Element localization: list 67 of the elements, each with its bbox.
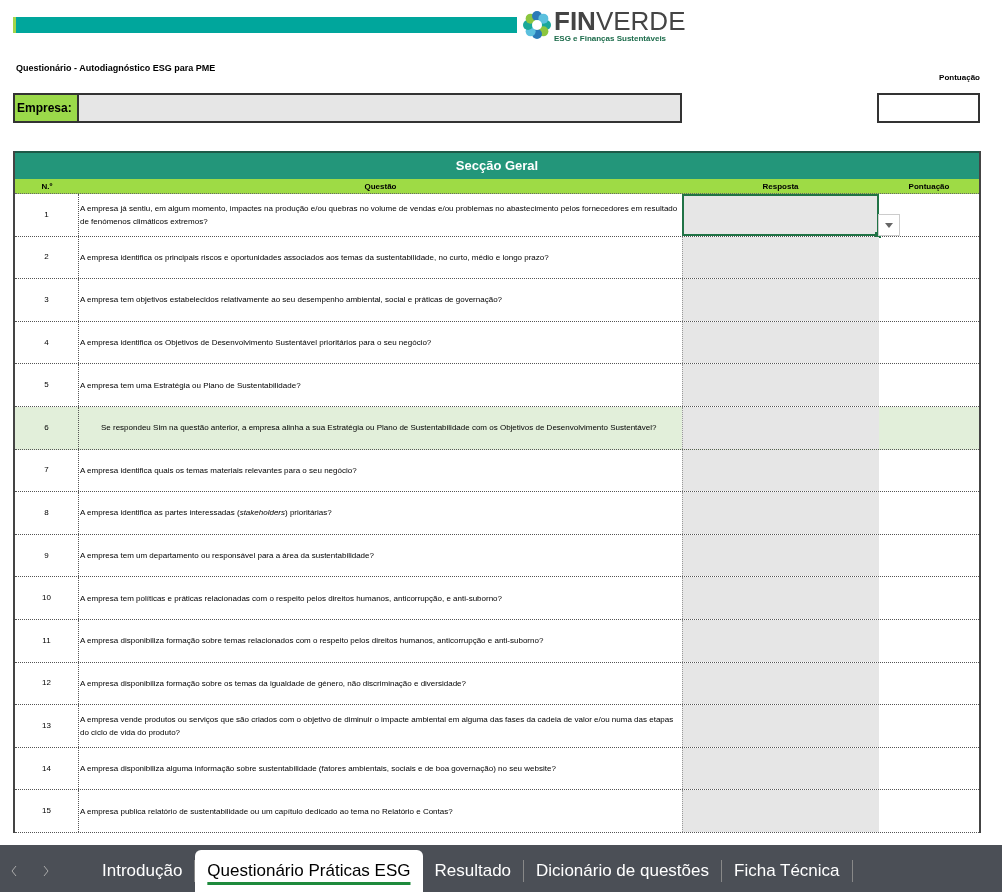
question-number: 5 [15,364,79,406]
question-number: 12 [15,662,79,705]
question-number: 8 [15,492,79,534]
answer-cell[interactable] [682,364,879,406]
sheet-tab[interactable]: Introdução [90,850,195,892]
answer-cell[interactable] [682,534,879,577]
question-number: 4 [15,321,79,364]
answer-cell[interactable] [682,705,879,747]
column-header: N.º [40,181,54,193]
question-text: A empresa vende produtos ou serviços que são criados com o objetivo de diminuir o impacte ambiental em alguma das fases da cadeia de valor e/ou numa das etapas do ciclo de vida do produto? [79,713,675,739]
question-number: 10 [15,577,79,619]
column-header: Resposta [761,181,800,193]
dropdown-caret-icon [885,222,893,228]
question-number: 1 [15,194,79,236]
question-text: A empresa tem objetivos estabelecidos relativamente ao seu desempenho ambiental, social e práticas de governação? [79,294,504,307]
brand-name: FINVERDE [554,7,686,34]
column-header: Pontuação [907,181,951,193]
answer-cell[interactable] [682,321,879,364]
question-number: 9 [15,534,79,577]
score-field[interactable] [877,93,980,123]
question-text: A empresa identifica os principais riscos e oportunidades associados aos temas da sustentabilidade, no curto, médio e longo prazo? [79,251,550,264]
scroll-right-icon[interactable] [42,865,50,877]
sheet-tab[interactable]: Questionário Práticas ESG [195,850,423,892]
section-header: Secção Geral [15,151,979,179]
question-text: A empresa disponibiliza alguma informação sobre sustentabilidade (fatores ambientais, sociais e de boa governação) no seu website? [79,763,557,775]
question-text: A empresa disponibiliza formação sobre temas relacionados com o respeito pelos direitos humanos, anticorrupção e anti-suborno? [79,635,545,648]
question-text: A empresa já sentiu, em algum momento, impactes na produção e/ou quebras no volume de vendas e/ou problemas no abastecimento pelos fornecedores em resultado de fenómenos climáticos extremos? [79,202,679,228]
question-number: 3 [15,279,79,321]
scroll-left-icon[interactable] [10,865,18,877]
question-text: A empresa tem uma Estratégia ou Plano de Sustentabilidade? [79,379,302,392]
sheet-title: Questionário - Autodiagnóstico ESG para PME [16,62,216,75]
sheet-tab[interactable]: Resultado [422,850,524,892]
company-field[interactable]: Empresa: [13,93,682,123]
question-text: Se respondeu Sim na questão anterior, a empresa alinha a sua Estratégia ou Plano de Sustentabilidade com os Objetivos de Desenvolvimento Sustentável? [100,422,658,435]
question-number: 14 [15,747,79,790]
answer-cell[interactable] [682,449,879,492]
brand-tagline: ESG e Finanças Sustentáveis [554,34,668,43]
question-number: 11 [15,619,79,662]
flower-logo-icon [522,10,552,40]
question-text: A empresa identifica as partes interessadas (stakeholders) prioritárias? [79,507,333,520]
answer-cell[interactable] [682,790,879,832]
answer-cell[interactable] [682,236,879,279]
company-label: Empresa: [15,95,79,121]
answer-cell[interactable] [682,492,879,534]
answer-cell[interactable] [682,194,879,236]
column-header: Questão [363,181,398,193]
question-number: 2 [15,236,79,279]
answer-cell[interactable] [682,747,879,790]
answer-cell[interactable] [682,577,879,619]
score-label: Pontuação [939,72,980,84]
question-text: A empresa tem um departamento ou responsável para a área da sustentabilidade? [79,550,375,563]
question-number: 7 [15,449,79,492]
question-text: A empresa identifica os Objetivos de Desenvolvimento Sustentável prioritários para o seu negócio? [79,337,433,350]
question-text: A empresa disponibiliza formação sobre os temas da igualdade de género, não discriminação e diversidade? [79,677,467,690]
question-number: 6 [15,406,79,449]
dropdown-button[interactable] [878,214,900,236]
question-text: A empresa publica relatório de sustentabilidade ou um capítulo dedicado ao tema no Relatório e Contas? [79,805,454,818]
answer-cell[interactable] [682,662,879,705]
question-text: A empresa identifica quais os temas materiais relevantes para o seu negócio? [79,464,358,477]
answer-cell[interactable] [682,279,879,321]
question-text: A empresa tem políticas e práticas relacionadas com o respeito pelos direitos humanos, anticorrupção, e anti-suborno? [79,592,503,605]
question-number: 15 [15,790,79,832]
answer-cell[interactable] [682,619,879,662]
answer-cell[interactable] [682,406,879,449]
question-number: 13 [15,705,79,747]
sheet-tab[interactable]: Dicionário de questões [524,850,721,892]
sheet-tab[interactable]: Ficha Técnica [722,850,852,892]
